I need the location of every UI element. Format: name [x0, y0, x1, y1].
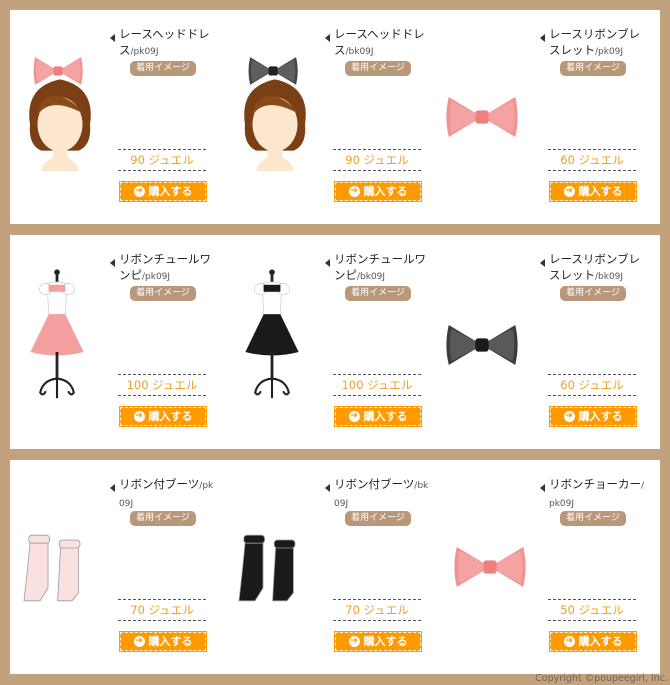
- wearing-image-badge[interactable]: 着用イメージ: [345, 286, 411, 301]
- product-row-1: レースヘッドドレス/pk09J 着用イメージ 90 ジュエル ➜ 購入する レース…: [10, 10, 660, 224]
- product-row-3: リボン付ブーツ/pk09J 着用イメージ 70 ジュエル ➜ 購入する リボン付ブ…: [10, 460, 660, 674]
- arrow-right-circle-icon: ➜: [563, 410, 575, 422]
- arrow-left-icon: [325, 34, 330, 42]
- arrow-left-icon: [110, 34, 115, 42]
- price-label: 50 ジュエル: [548, 599, 636, 621]
- arrow-left-icon: [110, 484, 115, 492]
- product-card-ribbon-bracelet-black: レースリボンブレスレット/bk09J 着用イメージ 60 ジュエル ➜ 購入する: [440, 235, 655, 449]
- ribbon-bracelet-pink-image[interactable]: [440, 30, 540, 230]
- price-label: 60 ジュエル: [548, 374, 636, 396]
- buy-button[interactable]: ➜ 購入する: [333, 630, 423, 653]
- product-name[interactable]: レースヘッドドレス/pk09J: [119, 26, 215, 60]
- product-card-ribbon-choker-pink: リボンチョーカー/pk09J 着用イメージ 50 ジュエル ➜ 購入する: [440, 460, 655, 674]
- buy-button[interactable]: ➜ 購入する: [118, 405, 208, 428]
- product-name[interactable]: リボンチュールワンピ/bk09J: [334, 251, 430, 285]
- price-label: 70 ジュエル: [333, 599, 421, 621]
- price-label: 100 ジュエル: [333, 374, 421, 396]
- price-label: 60 ジュエル: [548, 149, 636, 171]
- product-name[interactable]: リボンチョーカー/pk09J: [549, 476, 645, 512]
- wearing-image-badge[interactable]: 着用イメージ: [560, 511, 626, 526]
- buy-button[interactable]: ➜ 購入する: [548, 405, 638, 428]
- wearing-image-badge[interactable]: 着用イメージ: [345, 511, 411, 526]
- arrow-left-icon: [325, 259, 330, 267]
- price-label: 100 ジュエル: [118, 374, 206, 396]
- arrow-right-circle-icon: ➜: [133, 185, 145, 197]
- product-card-tulle-dress-pink: リボンチュールワンピ/pk09J 着用イメージ 100 ジュエル ➜ 購入する: [10, 235, 225, 449]
- arrow-right-circle-icon: ➜: [563, 185, 575, 197]
- arrow-left-icon: [540, 484, 545, 492]
- arrow-right-circle-icon: ➜: [348, 635, 360, 647]
- buy-button[interactable]: ➜ 購入する: [118, 180, 208, 203]
- wearing-image-badge[interactable]: 着用イメージ: [560, 286, 626, 301]
- tulle-dress-pink-image[interactable]: [10, 255, 110, 455]
- product-name[interactable]: レースリボンブレスレット/pk09J: [549, 26, 645, 60]
- product-card-tulle-dress-black: リボンチュールワンピ/bk09J 着用イメージ 100 ジュエル ➜ 購入する: [225, 235, 440, 449]
- wearing-image-badge[interactable]: 着用イメージ: [130, 61, 196, 76]
- buy-button[interactable]: ➜ 購入する: [333, 180, 423, 203]
- ribbon-boots-pink-image[interactable]: [10, 480, 110, 680]
- wearing-image-badge[interactable]: 着用イメージ: [130, 511, 196, 526]
- buy-button[interactable]: ➜ 購入する: [333, 405, 423, 428]
- arrow-left-icon: [540, 259, 545, 267]
- buy-button[interactable]: ➜ 購入する: [118, 630, 208, 653]
- lace-headdress-black-image[interactable]: [225, 30, 325, 230]
- arrow-left-icon: [540, 34, 545, 42]
- arrow-right-circle-icon: ➜: [348, 185, 360, 197]
- arrow-right-circle-icon: ➜: [348, 410, 360, 422]
- wearing-image-badge[interactable]: 着用イメージ: [130, 286, 196, 301]
- wearing-image-badge[interactable]: 着用イメージ: [345, 61, 411, 76]
- product-card-ribbon-bracelet-pink: レースリボンブレスレット/pk09J 着用イメージ 60 ジュエル ➜ 購入する: [440, 10, 655, 224]
- buy-button[interactable]: ➜ 購入する: [548, 180, 638, 203]
- product-name[interactable]: リボンチュールワンピ/pk09J: [119, 251, 215, 285]
- wearing-image-badge[interactable]: 着用イメージ: [560, 61, 626, 76]
- tulle-dress-black-image[interactable]: [225, 255, 325, 455]
- product-card-ribbon-boots-black: リボン付ブーツ/bk09J 着用イメージ 70 ジュエル ➜ 購入する: [225, 460, 440, 674]
- product-name[interactable]: リボン付ブーツ/pk09J: [119, 476, 215, 512]
- buy-button[interactable]: ➜ 購入する: [548, 630, 638, 653]
- arrow-left-icon: [325, 484, 330, 492]
- product-card-ribbon-boots-pink: リボン付ブーツ/pk09J 着用イメージ 70 ジュエル ➜ 購入する: [10, 460, 225, 674]
- price-label: 90 ジュエル: [333, 149, 421, 171]
- arrow-right-circle-icon: ➜: [563, 635, 575, 647]
- price-label: 90 ジュエル: [118, 149, 206, 171]
- product-name[interactable]: レースリボンブレスレット/bk09J: [549, 251, 645, 285]
- product-card-lace-headdress-black: レースヘッドドレス/bk09J 着用イメージ 90 ジュエル ➜ 購入する: [225, 10, 440, 224]
- arrow-right-circle-icon: ➜: [133, 410, 145, 422]
- arrow-left-icon: [110, 259, 115, 267]
- ribbon-boots-black-image[interactable]: [225, 480, 325, 680]
- price-label: 70 ジュエル: [118, 599, 206, 621]
- product-name[interactable]: リボン付ブーツ/bk09J: [334, 476, 430, 512]
- arrow-right-circle-icon: ➜: [133, 635, 145, 647]
- ribbon-choker-pink-image[interactable]: [440, 480, 540, 680]
- product-name[interactable]: レースヘッドドレス/bk09J: [334, 26, 430, 60]
- product-row-2: リボンチュールワンピ/pk09J 着用イメージ 100 ジュエル ➜ 購入する リ…: [10, 235, 660, 449]
- product-card-lace-headdress-pink: レースヘッドドレス/pk09J 着用イメージ 90 ジュエル ➜ 購入する: [10, 10, 225, 224]
- ribbon-bracelet-black-image[interactable]: [440, 255, 540, 455]
- lace-headdress-pink-image[interactable]: [10, 30, 110, 230]
- copyright-text: Copyright ©poupeegirl, Inc.: [535, 673, 668, 684]
